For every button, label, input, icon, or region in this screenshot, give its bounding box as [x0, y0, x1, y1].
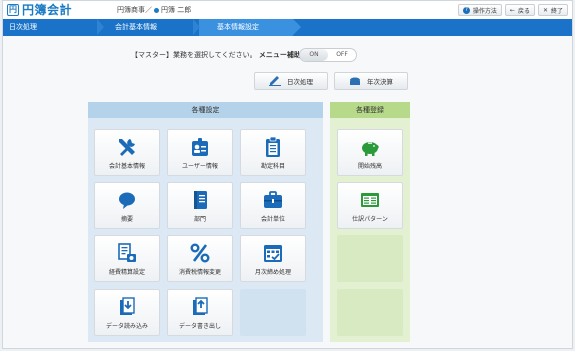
user-card-icon [192, 138, 208, 156]
header-buttons: ? 操作方法 ← 戻る ✕ 終了 [457, 4, 568, 16]
settings-panel-title: 各種設定 [88, 102, 323, 118]
menu-assist-label: メニュー補助 [258, 51, 301, 59]
yearly-settlement-button[interactable]: 年次決算 [334, 72, 408, 90]
data-import-icon [120, 297, 135, 315]
tile-label: 消費税情報変更 [178, 269, 221, 276]
breadcrumb-separator [193, 19, 200, 35]
daily-processing-label: 日次処理 [287, 78, 313, 86]
tile-label: 経費精算設定 [108, 269, 145, 276]
book-icon [194, 191, 207, 209]
tile-label: 勘定科目 [260, 163, 285, 170]
tile-accounting-info[interactable]: 会計基本情報 [94, 129, 160, 176]
empty-slot [240, 289, 306, 336]
tile-label: 会計単位 [260, 216, 285, 223]
back-label: 戻る [517, 7, 530, 15]
breadcrumb-separator [97, 19, 104, 35]
back-arrow-icon: ← [509, 6, 515, 14]
app-header: 円 円簿会計 円簿商事／ 円簿 二郎 ? 操作方法 ← 戻る ✕ 終了 [3, 1, 572, 20]
tile-label: データ書き出し [178, 323, 221, 330]
tile-summary[interactable]: 摘要 [94, 182, 160, 229]
yearly-settlement-label: 年次決算 [367, 78, 393, 86]
menu-assist-toggle[interactable]: ON OFF [299, 48, 357, 62]
tile-label: 摘要 [120, 216, 133, 223]
back-button[interactable]: ← 戻る [504, 4, 535, 16]
empty-slot [337, 235, 403, 282]
pen-icon [269, 76, 281, 86]
breadcrumb-current: 基本情報設定 [217, 23, 259, 31]
tile-user-info[interactable]: ユーザー情報 [167, 129, 233, 176]
close-label: 終了 [550, 7, 563, 15]
tile-data-export[interactable]: データ書き出し [167, 289, 233, 336]
master-prompt-row: 【マスター】業務を選択してください。 メニュー補助 [131, 49, 301, 61]
expense-document-icon [118, 243, 136, 262]
calendar-icon [264, 245, 282, 262]
user-info: 円簿商事／ 円簿 二郎 [117, 5, 191, 15]
app-window: 円 円簿会計 円簿商事／ 円簿 二郎 ? 操作方法 ← 戻る ✕ 終了 日次処理 [2, 0, 573, 349]
tile-opening-balance[interactable]: 開始残高 [337, 129, 403, 176]
app-logo: 円 円簿会計 [7, 3, 72, 17]
user-icon [154, 7, 159, 13]
help-label: 操作方法 [472, 7, 497, 15]
tile-label: 月次締め処理 [254, 269, 291, 276]
tile-label: 仕訳パターン [352, 216, 388, 223]
empty-slot [337, 289, 403, 336]
piggy-bank-icon [362, 142, 379, 156]
company-name: 円簿商事／ [117, 6, 152, 14]
tile-accounting-unit[interactable]: 会計単位 [240, 182, 306, 229]
tile-label: データ読み込み [105, 323, 148, 330]
tile-label: 会計基本情報 [108, 163, 145, 170]
question-icon: ? [462, 6, 470, 14]
user-name: 円簿 二郎 [161, 6, 192, 14]
toggle-on[interactable]: ON [300, 49, 328, 61]
data-export-icon [193, 297, 208, 315]
tile-account-items[interactable]: 勘定科目 [240, 129, 306, 176]
tile-label: 開始残高 [357, 163, 382, 170]
clipboard-icon [266, 136, 280, 157]
logo-icon: 円 [7, 4, 19, 16]
percent-icon [190, 243, 210, 263]
briefcase-icon [264, 191, 282, 208]
registration-panel-title: 各種登録 [330, 102, 410, 118]
close-button[interactable]: ✕ 終了 [537, 4, 568, 16]
breadcrumb-active-tip [293, 19, 301, 35]
tile-consumption-tax[interactable]: 消費税情報変更 [167, 235, 233, 282]
daily-processing-button[interactable]: 日次処理 [254, 72, 328, 90]
tile-label: 部門 [193, 216, 206, 223]
close-icon: ✕ [542, 6, 548, 14]
breadcrumb: 日次処理 会計基本情報 基本情報設定 [3, 19, 572, 36]
cash-box-icon [350, 77, 360, 85]
tile-journal-pattern[interactable]: 仕訳パターン [337, 182, 403, 229]
logo-text: 円簿会計 [22, 3, 73, 17]
breadcrumb-daily[interactable]: 日次処理 [9, 19, 37, 36]
tile-monthly-closing[interactable]: 月次締め処理 [240, 235, 306, 282]
breadcrumb-basic-info[interactable]: 会計基本情報 [115, 19, 157, 36]
tile-label: ユーザー情報 [182, 163, 218, 170]
tile-data-import[interactable]: データ読み込み [94, 289, 160, 336]
ledger-pattern-icon [361, 193, 379, 207]
toggle-off[interactable]: OFF [328, 49, 356, 61]
speech-bubble-icon [119, 192, 135, 209]
tile-department[interactable]: 部門 [167, 182, 233, 229]
tools-icon [119, 139, 135, 156]
tile-expense-settings[interactable]: 経費精算設定 [94, 235, 160, 282]
help-button[interactable]: ? 操作方法 [457, 4, 502, 16]
master-prompt: 【マスター】業務を選択してください。 [131, 51, 257, 59]
